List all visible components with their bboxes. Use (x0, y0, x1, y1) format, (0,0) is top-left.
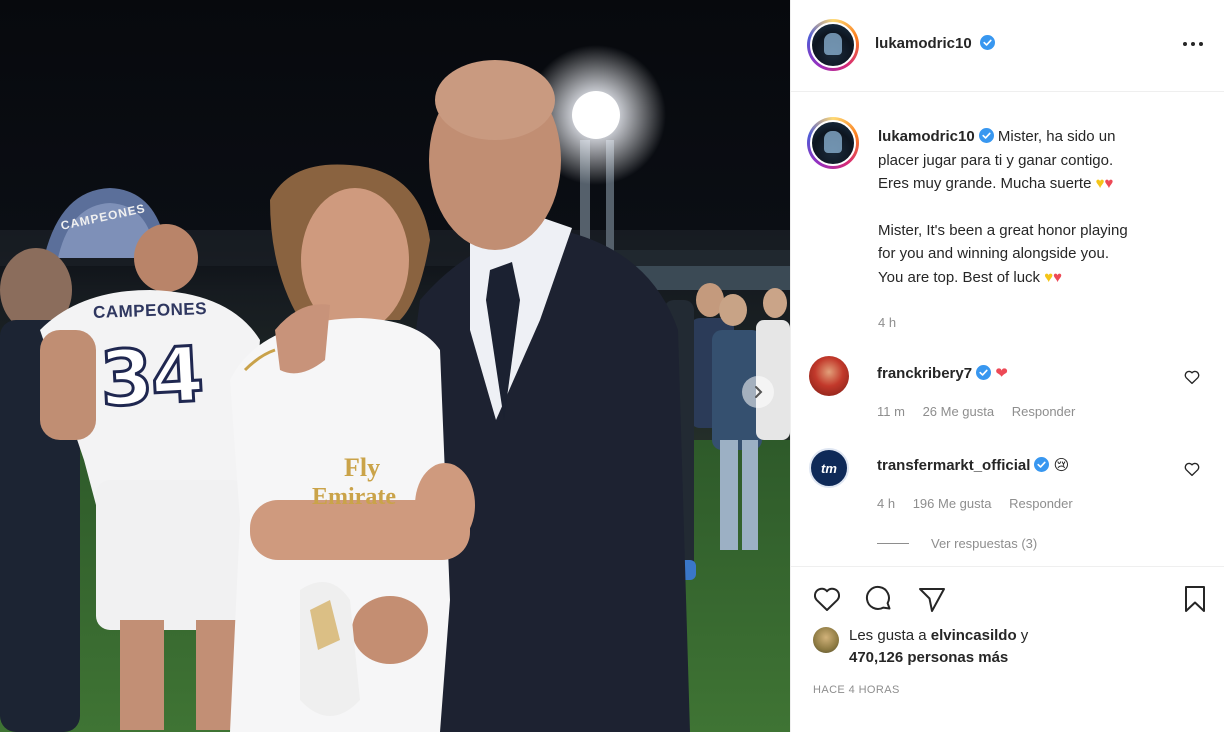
likes-count[interactable]: 470,126 personas más (849, 649, 1008, 666)
verified-badge-icon (978, 128, 994, 143)
caption-line-en-1: Mister, It's been a great honor playing (878, 221, 1128, 239)
heart-outline-icon[interactable] (1183, 460, 1201, 478)
paper-plane-icon[interactable] (916, 583, 948, 615)
comment-text: 😢 (1053, 457, 1070, 474)
commenter-avatar-text: tm (821, 460, 837, 476)
speech-bubble-icon[interactable] (863, 583, 895, 615)
commenter-username[interactable]: transfermarkt_official (877, 457, 1030, 474)
comment-time: 11 m (877, 404, 905, 419)
shirt-sponsor-line1: Fly (344, 453, 381, 482)
caption-line-es-1: Mister, ha sido un (997, 128, 1116, 145)
reply-button[interactable]: Responder (1009, 496, 1073, 511)
jersey-name-text: CAMPEONES (92, 299, 208, 322)
red-heart-icon: ♥ (1053, 268, 1063, 286)
chevron-right-icon (755, 386, 763, 398)
post-header: lukamodric10 (791, 0, 1224, 92)
bookmark-icon[interactable] (1179, 583, 1211, 615)
caption-line-en-2: for you and winning alongside you. (878, 245, 1109, 262)
heart-outline-icon[interactable] (1183, 368, 1201, 386)
comment-body: franckribery7 ❤ 11 m 26 Me gusta Respond… (877, 364, 1177, 419)
view-replies-row[interactable]: Ver respuestas (3) (877, 536, 1037, 551)
post-caption: lukamodric10 Mister, ha sido un placer j… (878, 125, 1208, 335)
caption-time: 4 h (878, 315, 897, 330)
author-username[interactable]: lukamodric10 (875, 35, 972, 52)
heart-outline-icon[interactable] (811, 583, 843, 615)
yellow-heart-icon: ♥ (1095, 175, 1105, 192)
post-side-panel: lukamodric10 lukamodric10 Mister, ha sid… (790, 0, 1224, 732)
comment-likes[interactable]: 26 Me gusta (923, 404, 995, 419)
carousel-next-button[interactable] (742, 376, 774, 408)
liker-avatar[interactable] (813, 627, 839, 653)
shirt-sponsor-line2: Emirate (312, 484, 396, 510)
comment-text: ❤ (995, 365, 1008, 382)
author-avatar[interactable] (807, 19, 859, 71)
commenter-username[interactable]: franckribery7 (877, 365, 972, 382)
post-actions: Les gusta a elvincasildo y 470,126 perso… (791, 566, 1224, 732)
replies-divider (877, 543, 909, 544)
comment-body: transfermarkt_official 😢 4 h 196 Me gust… (877, 456, 1177, 511)
caption-author-avatar[interactable] (807, 117, 859, 169)
comments-scroll-area[interactable]: lukamodric10 Mister, ha sido un placer j… (791, 92, 1224, 566)
likes-summary: Les gusta a elvincasildo y 470,126 perso… (849, 625, 1028, 669)
likes-connector: y (1020, 627, 1029, 644)
post-photo[interactable]: CAMPEONES 34 Fly Emirate CAMPEONES (0, 0, 790, 732)
commenter-avatar[interactable] (809, 356, 849, 396)
ellipsis-icon[interactable] (1181, 36, 1205, 52)
likes-prefix: Les gusta a (849, 627, 927, 644)
post-time-ago[interactable]: HACE 4 HORAS (813, 684, 900, 696)
comment-meta: 4 h 196 Me gusta Responder (877, 496, 1177, 511)
comment-likes[interactable]: 196 Me gusta (913, 496, 992, 511)
verified-badge-icon (980, 35, 996, 50)
jersey-number-text: 34 (96, 328, 205, 425)
verified-badge-icon (1034, 457, 1050, 472)
view-replies-button[interactable]: Ver respuestas (3) (931, 536, 1037, 551)
yellow-heart-icon: ♥ (1044, 268, 1054, 286)
reply-button[interactable]: Responder (1012, 404, 1076, 419)
caption-line-es-3: Eres muy grande. Mucha suerte (878, 175, 1092, 192)
caption-line-en-3: You are top. Best of luck (878, 268, 1041, 286)
caption-line-es-2: placer jugar para ti y ganar contigo. (878, 151, 1114, 169)
liker-username[interactable]: elvincasildo (931, 627, 1017, 644)
red-heart-icon: ♥ (1104, 175, 1114, 192)
comment-time: 4 h (877, 496, 896, 511)
caption-author-username[interactable]: lukamodric10 (878, 128, 975, 145)
author-name-row: lukamodric10 (875, 35, 996, 53)
verified-badge-icon (976, 365, 992, 380)
commenter-avatar[interactable]: tm (809, 448, 849, 488)
comment-meta: 11 m 26 Me gusta Responder (877, 404, 1177, 419)
